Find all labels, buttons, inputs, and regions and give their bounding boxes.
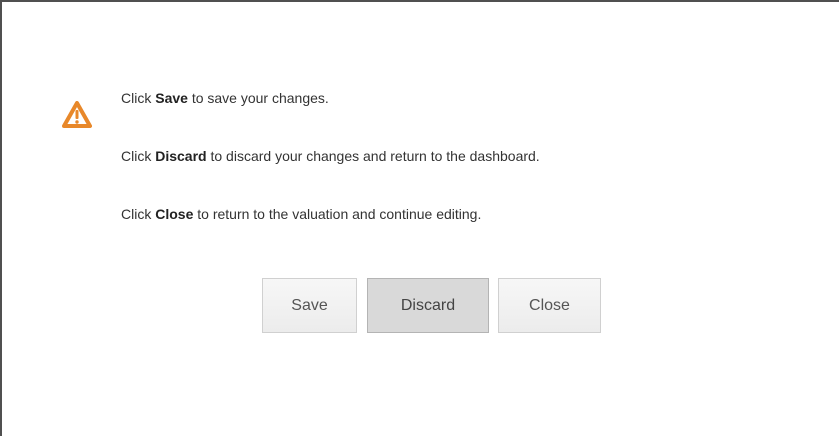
instruction-action: Close bbox=[155, 206, 194, 222]
instruction-action: Discard bbox=[155, 148, 207, 164]
save-instruction: Click Save to save your changes. bbox=[121, 88, 540, 108]
instruction-suffix: to save your changes. bbox=[187, 90, 329, 106]
save-button[interactable]: Save bbox=[262, 278, 357, 333]
instruction-prefix: Click bbox=[121, 148, 156, 164]
instruction-suffix: to discard your changes and return to th… bbox=[206, 148, 540, 164]
close-instruction: Click Close to return to the valuation a… bbox=[121, 204, 540, 224]
close-button[interactable]: Close bbox=[498, 278, 601, 333]
instruction-prefix: Click bbox=[121, 206, 156, 222]
instruction-suffix: to return to the valuation and continue … bbox=[193, 206, 482, 222]
instruction-prefix: Click bbox=[121, 90, 156, 106]
discard-button[interactable]: Discard bbox=[367, 278, 489, 333]
unsaved-changes-dialog: Click Save to save your changes. Click D… bbox=[0, 0, 839, 436]
message-list: Click Save to save your changes. Click D… bbox=[121, 88, 540, 262]
warning-icon bbox=[62, 101, 92, 129]
discard-instruction: Click Discard to discard your changes an… bbox=[121, 146, 540, 166]
instruction-action: Save bbox=[155, 90, 188, 106]
